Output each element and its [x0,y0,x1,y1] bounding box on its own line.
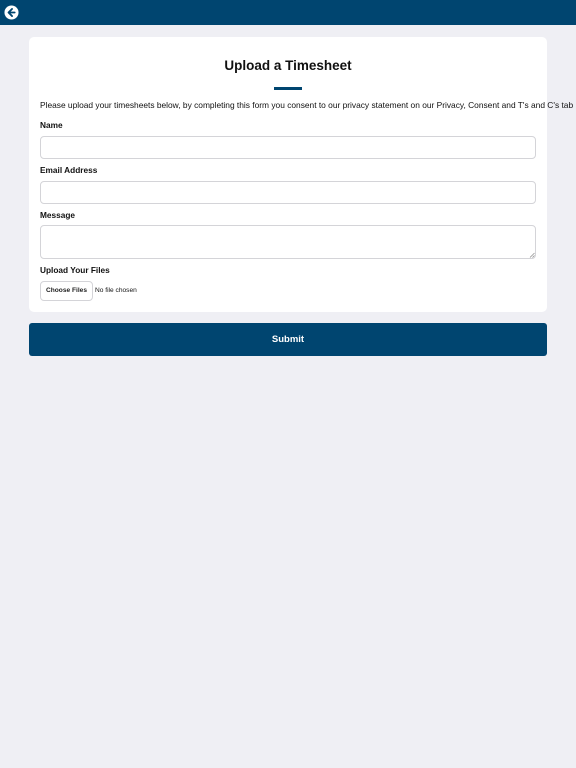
resize-grip-icon[interactable] [529,252,535,258]
email-label: Email Address [40,165,98,175]
title-underline [274,87,302,90]
file-status-text: No file chosen [95,287,137,294]
message-label: Message [40,210,76,220]
back-button[interactable] [4,5,19,20]
submit-button[interactable]: Submit [29,323,547,356]
email-field[interactable] [40,181,536,204]
arrow-left-circle-icon [4,5,19,20]
consent-text: Please upload your timesheets below, by … [40,100,574,110]
top-nav-bar [0,0,576,25]
name-label: Name [40,120,63,130]
page-title: Upload a Timesheet [224,58,352,73]
message-field[interactable] [40,225,536,259]
upload-label: Upload Your Files [40,265,110,275]
name-field[interactable] [40,136,536,159]
choose-files-button[interactable]: Choose Files [40,281,93,301]
